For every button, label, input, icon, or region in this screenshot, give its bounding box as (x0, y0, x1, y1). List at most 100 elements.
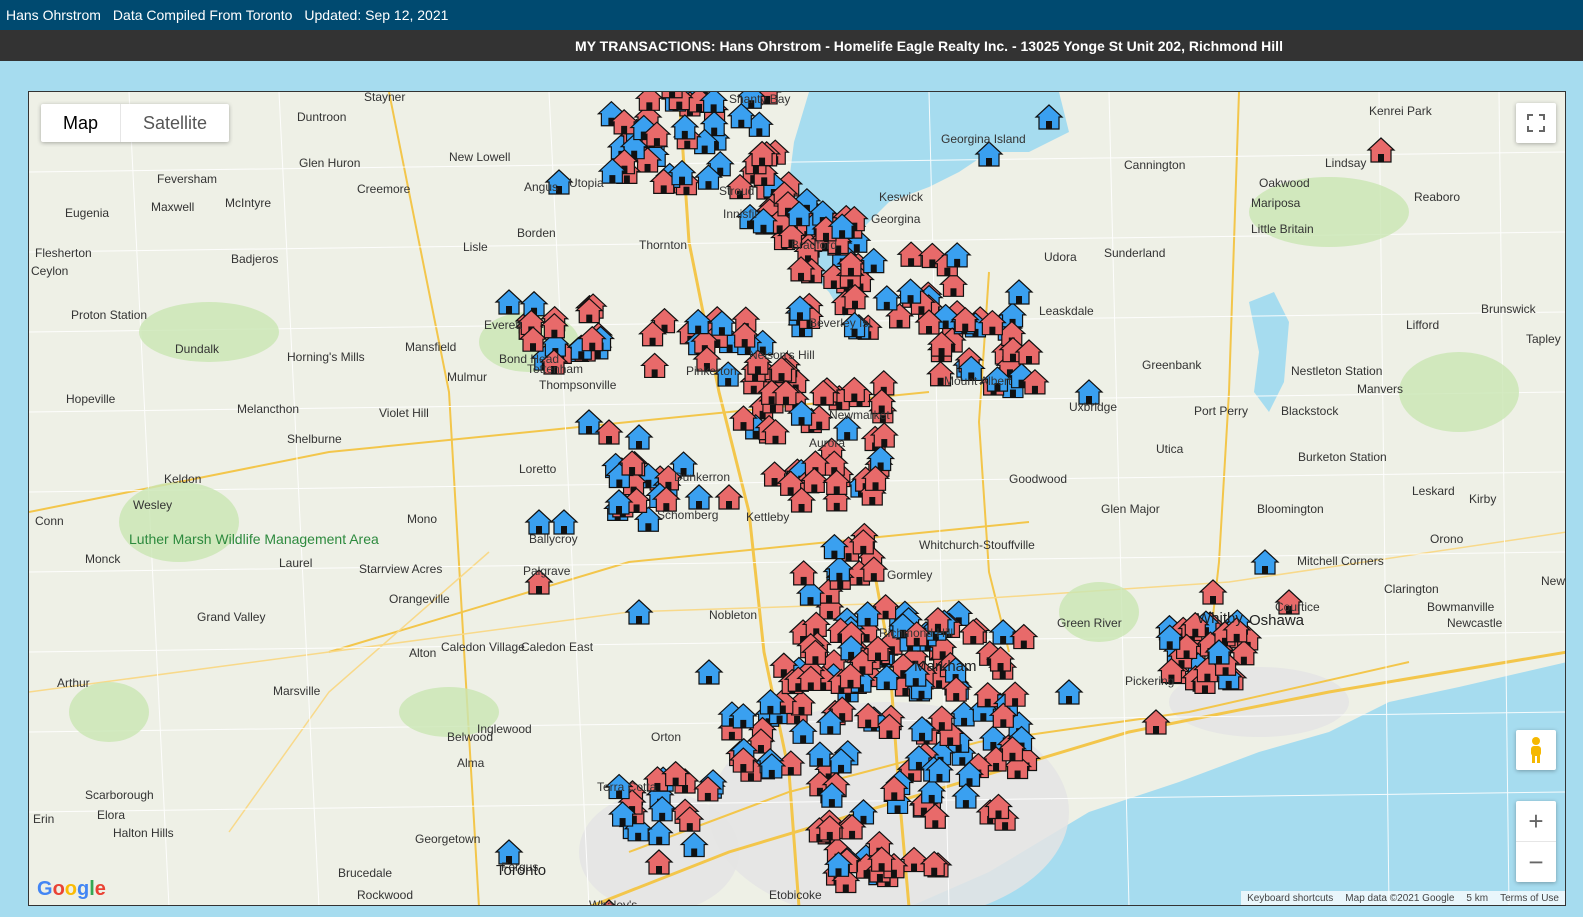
place-label: Alma (457, 756, 485, 770)
house-door (928, 794, 935, 803)
house-door (609, 175, 616, 184)
house-door (768, 769, 775, 778)
house-door (869, 497, 876, 505)
place-label: Wesley (133, 498, 173, 512)
house-door (826, 610, 833, 619)
house-door (856, 576, 863, 585)
house-door (578, 351, 585, 360)
house-door (740, 764, 747, 773)
house-door (787, 487, 794, 496)
place-label: Lifford (1406, 318, 1440, 332)
google-logo: Google (37, 878, 106, 900)
house-door (864, 617, 871, 626)
house-door (530, 343, 537, 352)
house-door (816, 758, 823, 767)
house-door (812, 656, 819, 665)
house-door (1222, 667, 1229, 676)
place-label: Beverley Isl (809, 316, 872, 330)
house-door (926, 326, 932, 334)
place-label: Marsville (273, 684, 321, 698)
place-label: Glen Huron (299, 156, 361, 170)
house-door (828, 799, 835, 808)
minus-icon: − (1528, 846, 1544, 877)
map-container[interactable]: Map Satellite + − Google Keyboard shortc… (28, 91, 1566, 906)
place-label: Greenbank (1142, 358, 1202, 372)
place-label: Whitby (1197, 610, 1243, 627)
place-label: Horning's Mills (287, 350, 365, 364)
place-label: Angus (524, 180, 559, 194)
place-label: Ceylon (31, 264, 69, 278)
house-door (1233, 633, 1240, 642)
place-label: Udora (1044, 250, 1077, 264)
house-door (536, 586, 542, 594)
house-door (1225, 680, 1232, 689)
house-door (796, 312, 803, 321)
place-label: Utopia (569, 176, 604, 190)
fullscreen-icon (1527, 114, 1545, 132)
keyboard-shortcuts-link[interactable]: Keyboard shortcuts (1241, 893, 1339, 904)
house-door (676, 101, 683, 110)
place-label: Alton (409, 646, 437, 660)
zoom-out-button[interactable]: − (1516, 842, 1556, 882)
house-door (645, 523, 652, 532)
place-label: Brucedale (338, 866, 393, 880)
house-door (589, 342, 596, 351)
place-label: Newcastle (1447, 616, 1503, 630)
place-label: Dunkerron (674, 470, 731, 484)
house-door (883, 301, 890, 310)
place-label: Keldon (164, 472, 202, 486)
place-label: Uxbridge (1069, 400, 1118, 414)
place-label: Elora (97, 808, 126, 822)
house-door (759, 157, 766, 166)
house-door (807, 682, 814, 691)
place-label: Everett (484, 318, 523, 332)
place-label: Whitchurch-Stouffville (919, 538, 1035, 552)
place-label: Richmond Hill (879, 626, 954, 640)
house-door (656, 836, 663, 845)
map-base[interactable] (29, 92, 1566, 906)
house-door (1031, 385, 1038, 394)
place-label: Nelson's Hill (749, 348, 815, 362)
zoom-control[interactable]: + − (1516, 801, 1556, 882)
house-door (798, 706, 805, 715)
place-label: Manvers (1357, 382, 1404, 396)
house-door (747, 220, 754, 229)
street-view-pegman[interactable] (1516, 730, 1556, 770)
place-label: Shelburne (287, 432, 342, 446)
place-label: Creemore (357, 182, 411, 196)
zoom-in-button[interactable]: + (1516, 801, 1556, 842)
house-door (659, 812, 666, 821)
house-door (807, 597, 814, 606)
place-label: Burketon Station (1298, 450, 1387, 464)
place-label: Melancthon (237, 402, 300, 416)
place-label: Kirby (1469, 492, 1497, 506)
house-door (995, 810, 1002, 819)
place-label: Mount Albert (944, 374, 1012, 388)
place-label: Eugenia (65, 206, 110, 220)
house-door (932, 820, 939, 829)
house-door (986, 158, 992, 166)
place-label: Newmarket (829, 408, 890, 422)
place-label: Flesherton (35, 246, 92, 260)
place-label: Newtonville (1541, 574, 1566, 588)
house-door (756, 128, 763, 137)
house-door (959, 757, 966, 766)
house-door (772, 435, 779, 444)
house-door (1009, 353, 1016, 362)
place-label: Laurel (279, 556, 313, 570)
house-door (954, 258, 961, 267)
map-type-control[interactable]: Map Satellite (41, 104, 230, 142)
house-door (831, 550, 838, 559)
terms-link[interactable]: Terms of Use (1494, 893, 1565, 904)
map-type-satellite-button[interactable]: Satellite (121, 104, 229, 142)
place-label: Green River (1057, 616, 1122, 630)
place-label: Caledon Village (441, 640, 525, 654)
map-type-map-button[interactable]: Map (41, 104, 122, 142)
page-title-bar: MY TRANSACTIONS: Hans Ohrstrom - Homelif… (0, 30, 1583, 61)
house-door (881, 439, 888, 448)
fullscreen-button[interactable] (1516, 103, 1556, 143)
house-door (1183, 650, 1190, 659)
house-door (894, 805, 901, 814)
house-door (798, 417, 805, 426)
updated-date: Updated: Sep 12, 2021 (304, 7, 449, 23)
